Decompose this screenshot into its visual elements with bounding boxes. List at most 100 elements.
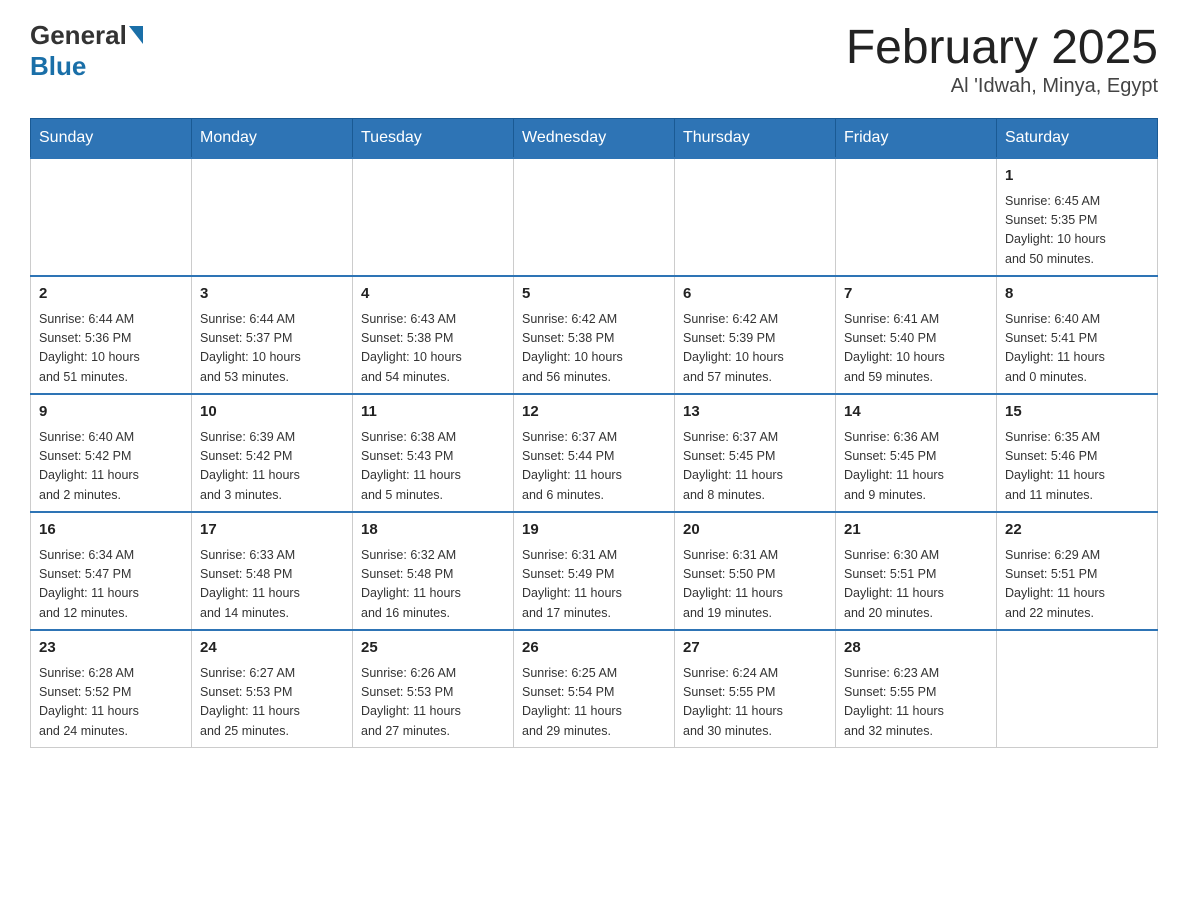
calendar-table: SundayMondayTuesdayWednesdayThursdayFrid…	[30, 118, 1158, 748]
day-info: Sunrise: 6:42 AMSunset: 5:39 PMDaylight:…	[683, 310, 827, 388]
day-number: 6	[683, 283, 827, 306]
day-number: 28	[844, 637, 988, 660]
calendar-cell	[353, 158, 514, 276]
day-info: Sunrise: 6:44 AMSunset: 5:37 PMDaylight:…	[200, 310, 344, 388]
calendar-cell: 23 Sunrise: 6:28 AMSunset: 5:52 PMDayligh…	[31, 630, 192, 748]
day-number: 16	[39, 519, 183, 542]
calendar-cell: 7Sunrise: 6:41 AMSunset: 5:40 PMDaylight…	[836, 276, 997, 394]
calendar-cell: 8 Sunrise: 6:40 AMSunset: 5:41 PMDaylight…	[997, 276, 1158, 394]
logo-blue-text: Blue	[30, 51, 86, 81]
day-number: 26	[522, 637, 666, 660]
title-area: February 2025 Al 'Idwah, Minya, Egypt	[846, 20, 1158, 98]
day-number: 20	[683, 519, 827, 542]
calendar-cell	[836, 158, 997, 276]
day-info: Sunrise: 6:28 AMSunset: 5:52 PMDaylight:…	[39, 664, 183, 742]
day-info: Sunrise: 6:27 AMSunset: 5:53 PMDaylight:…	[200, 664, 344, 742]
calendar-cell: 26 Sunrise: 6:25 AMSunset: 5:54 PMDayligh…	[514, 630, 675, 748]
day-number: 22	[1005, 519, 1149, 542]
calendar-cell: 25Sunrise: 6:26 AMSunset: 5:53 PMDayligh…	[353, 630, 514, 748]
calendar-cell	[514, 158, 675, 276]
day-info: Sunrise: 6:23 AMSunset: 5:55 PMDaylight:…	[844, 664, 988, 742]
logo-general-text: General	[30, 20, 127, 51]
calendar-subtitle: Al 'Idwah, Minya, Egypt	[846, 75, 1158, 98]
day-info: Sunrise: 6:32 AMSunset: 5:48 PMDaylight:…	[361, 546, 505, 624]
day-info: Sunrise: 6:36 AMSunset: 5:45 PMDaylight:…	[844, 428, 988, 506]
logo-arrow-icon	[129, 26, 143, 44]
day-info: Sunrise: 6:35 AMSunset: 5:46 PMDaylight:…	[1005, 428, 1149, 506]
week-row-3: 9 Sunrise: 6:40 AMSunset: 5:42 PMDaylight…	[31, 394, 1158, 512]
weekday-header-friday: Friday	[836, 119, 997, 159]
page-header: General Blue February 2025 Al 'Idwah, Mi…	[30, 20, 1158, 98]
day-number: 19	[522, 519, 666, 542]
calendar-cell	[997, 630, 1158, 748]
day-info: Sunrise: 6:33 AMSunset: 5:48 PMDaylight:…	[200, 546, 344, 624]
day-info: Sunrise: 6:31 AMSunset: 5:50 PMDaylight:…	[683, 546, 827, 624]
day-info: Sunrise: 6:39 AMSunset: 5:42 PMDaylight:…	[200, 428, 344, 506]
day-number: 7	[844, 283, 988, 306]
calendar-cell: 27 Sunrise: 6:24 AMSunset: 5:55 PMDayligh…	[675, 630, 836, 748]
day-info: Sunrise: 6:37 AMSunset: 5:44 PMDaylight:…	[522, 428, 666, 506]
calendar-cell: 2 Sunrise: 6:44 AMSunset: 5:36 PMDaylight…	[31, 276, 192, 394]
calendar-cell	[31, 158, 192, 276]
calendar-cell: 6 Sunrise: 6:42 AMSunset: 5:39 PMDaylight…	[675, 276, 836, 394]
calendar-cell	[675, 158, 836, 276]
day-number: 11	[361, 401, 505, 424]
day-info: Sunrise: 6:44 AMSunset: 5:36 PMDaylight:…	[39, 310, 183, 388]
calendar-cell: 28 Sunrise: 6:23 AMSunset: 5:55 PMDayligh…	[836, 630, 997, 748]
day-info: Sunrise: 6:37 AMSunset: 5:45 PMDaylight:…	[683, 428, 827, 506]
calendar-cell	[192, 158, 353, 276]
day-info: Sunrise: 6:30 AMSunset: 5:51 PMDaylight:…	[844, 546, 988, 624]
calendar-cell: 17 Sunrise: 6:33 AMSunset: 5:48 PMDayligh…	[192, 512, 353, 630]
calendar-cell: 24Sunrise: 6:27 AMSunset: 5:53 PMDayligh…	[192, 630, 353, 748]
weekday-header-tuesday: Tuesday	[353, 119, 514, 159]
day-number: 27	[683, 637, 827, 660]
weekday-header-wednesday: Wednesday	[514, 119, 675, 159]
week-row-1: 1 Sunrise: 6:45 AMSunset: 5:35 PMDaylight…	[31, 158, 1158, 276]
calendar-title: February 2025	[846, 20, 1158, 75]
calendar-cell: 14 Sunrise: 6:36 AMSunset: 5:45 PMDayligh…	[836, 394, 997, 512]
weekday-header-saturday: Saturday	[997, 119, 1158, 159]
day-number: 12	[522, 401, 666, 424]
day-info: Sunrise: 6:25 AMSunset: 5:54 PMDaylight:…	[522, 664, 666, 742]
day-number: 4	[361, 283, 505, 306]
weekday-header-monday: Monday	[192, 119, 353, 159]
day-info: Sunrise: 6:34 AMSunset: 5:47 PMDaylight:…	[39, 546, 183, 624]
day-number: 14	[844, 401, 988, 424]
day-number: 23	[39, 637, 183, 660]
day-info: Sunrise: 6:45 AMSunset: 5:35 PMDaylight:…	[1005, 192, 1149, 270]
calendar-cell: 22Sunrise: 6:29 AMSunset: 5:51 PMDayligh…	[997, 512, 1158, 630]
day-number: 25	[361, 637, 505, 660]
day-number: 10	[200, 401, 344, 424]
day-info: Sunrise: 6:31 AMSunset: 5:49 PMDaylight:…	[522, 546, 666, 624]
week-row-4: 16 Sunrise: 6:34 AMSunset: 5:47 PMDayligh…	[31, 512, 1158, 630]
day-number: 15	[1005, 401, 1149, 424]
weekday-header-thursday: Thursday	[675, 119, 836, 159]
day-info: Sunrise: 6:24 AMSunset: 5:55 PMDaylight:…	[683, 664, 827, 742]
weekday-header-sunday: Sunday	[31, 119, 192, 159]
calendar-cell: 5Sunrise: 6:42 AMSunset: 5:38 PMDaylight…	[514, 276, 675, 394]
week-row-2: 2 Sunrise: 6:44 AMSunset: 5:36 PMDaylight…	[31, 276, 1158, 394]
calendar-cell: 20 Sunrise: 6:31 AMSunset: 5:50 PMDayligh…	[675, 512, 836, 630]
calendar-cell: 4 Sunrise: 6:43 AMSunset: 5:38 PMDaylight…	[353, 276, 514, 394]
calendar-cell: 10 Sunrise: 6:39 AMSunset: 5:42 PMDayligh…	[192, 394, 353, 512]
calendar-cell: 3 Sunrise: 6:44 AMSunset: 5:37 PMDaylight…	[192, 276, 353, 394]
calendar-cell: 9 Sunrise: 6:40 AMSunset: 5:42 PMDaylight…	[31, 394, 192, 512]
week-row-5: 23 Sunrise: 6:28 AMSunset: 5:52 PMDayligh…	[31, 630, 1158, 748]
day-number: 21	[844, 519, 988, 542]
day-info: Sunrise: 6:43 AMSunset: 5:38 PMDaylight:…	[361, 310, 505, 388]
calendar-cell: 21 Sunrise: 6:30 AMSunset: 5:51 PMDayligh…	[836, 512, 997, 630]
day-number: 17	[200, 519, 344, 542]
day-number: 3	[200, 283, 344, 306]
calendar-cell: 12 Sunrise: 6:37 AMSunset: 5:44 PMDayligh…	[514, 394, 675, 512]
day-number: 2	[39, 283, 183, 306]
day-info: Sunrise: 6:42 AMSunset: 5:38 PMDaylight:…	[522, 310, 666, 388]
calendar-cell: 19 Sunrise: 6:31 AMSunset: 5:49 PMDayligh…	[514, 512, 675, 630]
day-number: 1	[1005, 165, 1149, 188]
day-number: 9	[39, 401, 183, 424]
logo: General Blue	[30, 20, 143, 82]
day-info: Sunrise: 6:40 AMSunset: 5:41 PMDaylight:…	[1005, 310, 1149, 388]
calendar-header-row: SundayMondayTuesdayWednesdayThursdayFrid…	[31, 119, 1158, 159]
calendar-cell: 18Sunrise: 6:32 AMSunset: 5:48 PMDayligh…	[353, 512, 514, 630]
day-number: 8	[1005, 283, 1149, 306]
day-info: Sunrise: 6:40 AMSunset: 5:42 PMDaylight:…	[39, 428, 183, 506]
